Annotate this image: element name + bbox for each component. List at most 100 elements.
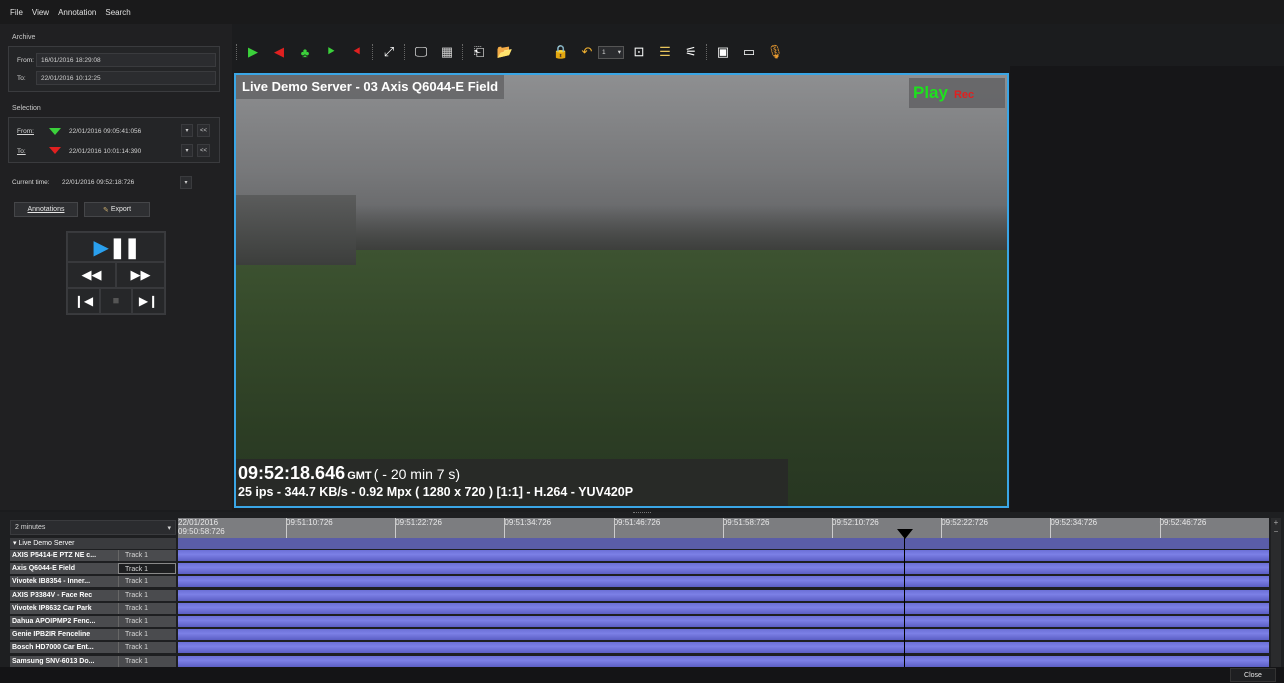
- skip-start-button[interactable]: ❙◀: [67, 288, 100, 314]
- selection-from-label: From:: [17, 128, 34, 135]
- track-recording-bar[interactable]: [178, 576, 1269, 588]
- playhead-marker-icon[interactable]: [897, 529, 913, 539]
- skip-end-button[interactable]: ▶❙: [132, 288, 165, 314]
- export-label: Export: [110, 206, 132, 213]
- camera-name[interactable]: Axis Q6044-E Field: [10, 563, 118, 575]
- selection-to-dropdown[interactable]: ▾: [181, 144, 193, 157]
- fullscreen-icon[interactable]: ⤢: [378, 41, 400, 63]
- track-recording-bar[interactable]: [178, 563, 1269, 575]
- selection-group: From: 22/01/2016 09:05:41:056 ▾ << To: 2…: [8, 117, 220, 163]
- track-label[interactable]: Track 1: [118, 602, 176, 614]
- camera-title: Live Demo Server - 03 Axis Q6044-E Field: [236, 75, 505, 99]
- video-viewport[interactable]: Live Demo Server - 03 Axis Q6044-E Field…: [234, 73, 1009, 508]
- current-time-value[interactable]: 22/01/2016 09:52:18:726: [62, 179, 134, 186]
- equalizer-icon[interactable]: ⚟: [680, 41, 702, 63]
- track-label[interactable]: Track 1: [118, 550, 176, 561]
- track-recording-bar[interactable]: [178, 655, 1269, 667]
- fast-forward-button[interactable]: ▶▶: [116, 262, 165, 288]
- toolbar-separator: [372, 44, 374, 60]
- menu-annotation[interactable]: Annotation: [58, 8, 96, 17]
- splitter-handle[interactable]: [633, 512, 651, 515]
- export-button[interactable]: ✎ Export: [84, 202, 150, 217]
- chevron-down-icon: ▾: [617, 49, 621, 56]
- track-label[interactable]: Track 1: [118, 589, 176, 601]
- track-recording-bar[interactable]: [178, 602, 1269, 614]
- selection-tree-icon[interactable]: ♣: [294, 41, 316, 63]
- annotations-button[interactable]: Annotations: [14, 202, 78, 217]
- camera-name[interactable]: Vivotek IB8354 - Inner...: [10, 576, 118, 588]
- grid-view-icon[interactable]: ▦: [436, 41, 458, 63]
- snapshot-icon[interactable]: ⎗: [468, 41, 490, 63]
- set-end-flag-icon[interactable]: ◀: [268, 41, 290, 63]
- open-folder-icon[interactable]: 📂: [494, 41, 516, 63]
- track-label[interactable]: Track 1: [118, 616, 176, 627]
- camera-name[interactable]: Samsung SNV-6013 Do...: [10, 655, 118, 667]
- selection-from-field[interactable]: 22/01/2016 09:05:41:056: [65, 124, 178, 138]
- camera-name[interactable]: Vivotek IP8632 Car Park: [10, 602, 118, 614]
- microphone-icon[interactable]: 🎙: [764, 41, 786, 63]
- video-toolbar: ▶ ◀ ♣ ⯈ ⯇ ⤢ 🖵 ▦ ⎗ 📂 1▾ 🔒 ↶ ↷ ⊡ ☰ ⚟ ▣ ▭ 🎙: [232, 38, 1284, 66]
- undo-icon[interactable]: ↶: [576, 41, 598, 63]
- archive-from-label: From:: [17, 57, 34, 64]
- server-name: Live Demo Server: [18, 540, 75, 547]
- camera-name[interactable]: AXIS P5414-E PTZ NE c...: [10, 550, 118, 561]
- menu-search[interactable]: Search: [105, 8, 130, 17]
- selection-to-label: To:: [17, 148, 26, 155]
- window-icon[interactable]: ▭: [738, 41, 760, 63]
- timeline-tick-label: 09:51:10:726: [286, 518, 333, 527]
- toolbar-separator: [404, 44, 406, 60]
- server-track-bar: [178, 538, 1269, 549]
- video-offset: ( - 20 min 7 s): [373, 466, 461, 482]
- track-label[interactable]: Track 1: [118, 629, 176, 641]
- track-label[interactable]: Track 1: [118, 563, 176, 575]
- camera-name[interactable]: Genie IPB2IR Fenceline: [10, 629, 118, 641]
- camera-name[interactable]: Dahua APOIPMP2 Fenc...: [10, 616, 118, 627]
- current-time-dropdown[interactable]: ▾: [180, 176, 192, 189]
- track-label[interactable]: Track 1: [118, 576, 176, 588]
- list-settings-icon[interactable]: ☰: [654, 41, 676, 63]
- menu-file[interactable]: File: [10, 8, 23, 17]
- selection-from-dropdown[interactable]: ▾: [181, 124, 193, 137]
- stop-button[interactable]: ■: [100, 288, 132, 314]
- selection-to-rewind-button[interactable]: <<: [197, 144, 210, 157]
- server-group[interactable]: ▾ Live Demo Server: [10, 538, 176, 549]
- screen-icon[interactable]: ▣: [712, 41, 734, 63]
- frame-icon[interactable]: ⊡: [628, 41, 650, 63]
- toolbar-separator: [706, 44, 708, 60]
- track-recording-bar[interactable]: [178, 589, 1269, 601]
- track-label[interactable]: Track 1: [118, 642, 176, 654]
- timeline-tick-label: 09:52:46:726: [1159, 518, 1207, 527]
- video-timezone: GMT: [347, 470, 372, 482]
- monitor-icon[interactable]: 🖵: [410, 41, 432, 63]
- camera-name[interactable]: Bosch HD7000 Car Ent...: [10, 642, 118, 654]
- go-end-flag-icon[interactable]: ⯇: [346, 41, 368, 63]
- close-button[interactable]: Close: [1230, 668, 1276, 682]
- timeline-vscrollbar[interactable]: + −: [1271, 518, 1281, 668]
- track-recording-bar[interactable]: [178, 550, 1269, 561]
- go-start-flag-icon[interactable]: ⯈: [320, 41, 342, 63]
- playhead-line[interactable]: [904, 536, 905, 667]
- lock-icon[interactable]: 🔒: [550, 41, 572, 63]
- stream-select[interactable]: 1 ▾: [598, 46, 624, 59]
- zoom-in-icon[interactable]: +: [1271, 518, 1281, 527]
- track-label[interactable]: Track 1: [118, 655, 176, 667]
- rewind-button[interactable]: ◀◀: [67, 262, 116, 288]
- selection-from-rewind-button[interactable]: <<: [197, 124, 210, 137]
- zoom-out-icon[interactable]: −: [1271, 527, 1281, 536]
- stream-select-value: 1: [602, 49, 606, 56]
- play-pause-button[interactable]: ▶ ❚❚: [67, 232, 165, 262]
- rewind-icon: ◀◀: [81, 267, 102, 282]
- timeline-scale-select[interactable]: 2 minutes ▾: [10, 520, 176, 535]
- playback-controls: ▶ ❚❚ ◀◀ ▶▶ ❙◀ ■ ▶❙: [66, 231, 166, 315]
- timeline-tick-label: 09:51:34:726: [504, 518, 552, 527]
- track-recording-bar[interactable]: [178, 616, 1269, 627]
- track-recording-bar[interactable]: [178, 642, 1269, 654]
- track-recording-bar[interactable]: [178, 629, 1269, 641]
- camera-name[interactable]: AXIS P3384V - Face Rec: [10, 589, 118, 601]
- status-bar: Close: [0, 667, 1284, 683]
- selection-to-field[interactable]: 22/01/2016 10:01:14:390: [65, 144, 178, 158]
- menu-view[interactable]: View: [32, 8, 49, 17]
- set-start-flag-icon[interactable]: ▶: [242, 41, 264, 63]
- archive-to-label: To:: [17, 75, 26, 82]
- timeline-start-label: 22/01/2016 09:50:58:726: [178, 518, 225, 536]
